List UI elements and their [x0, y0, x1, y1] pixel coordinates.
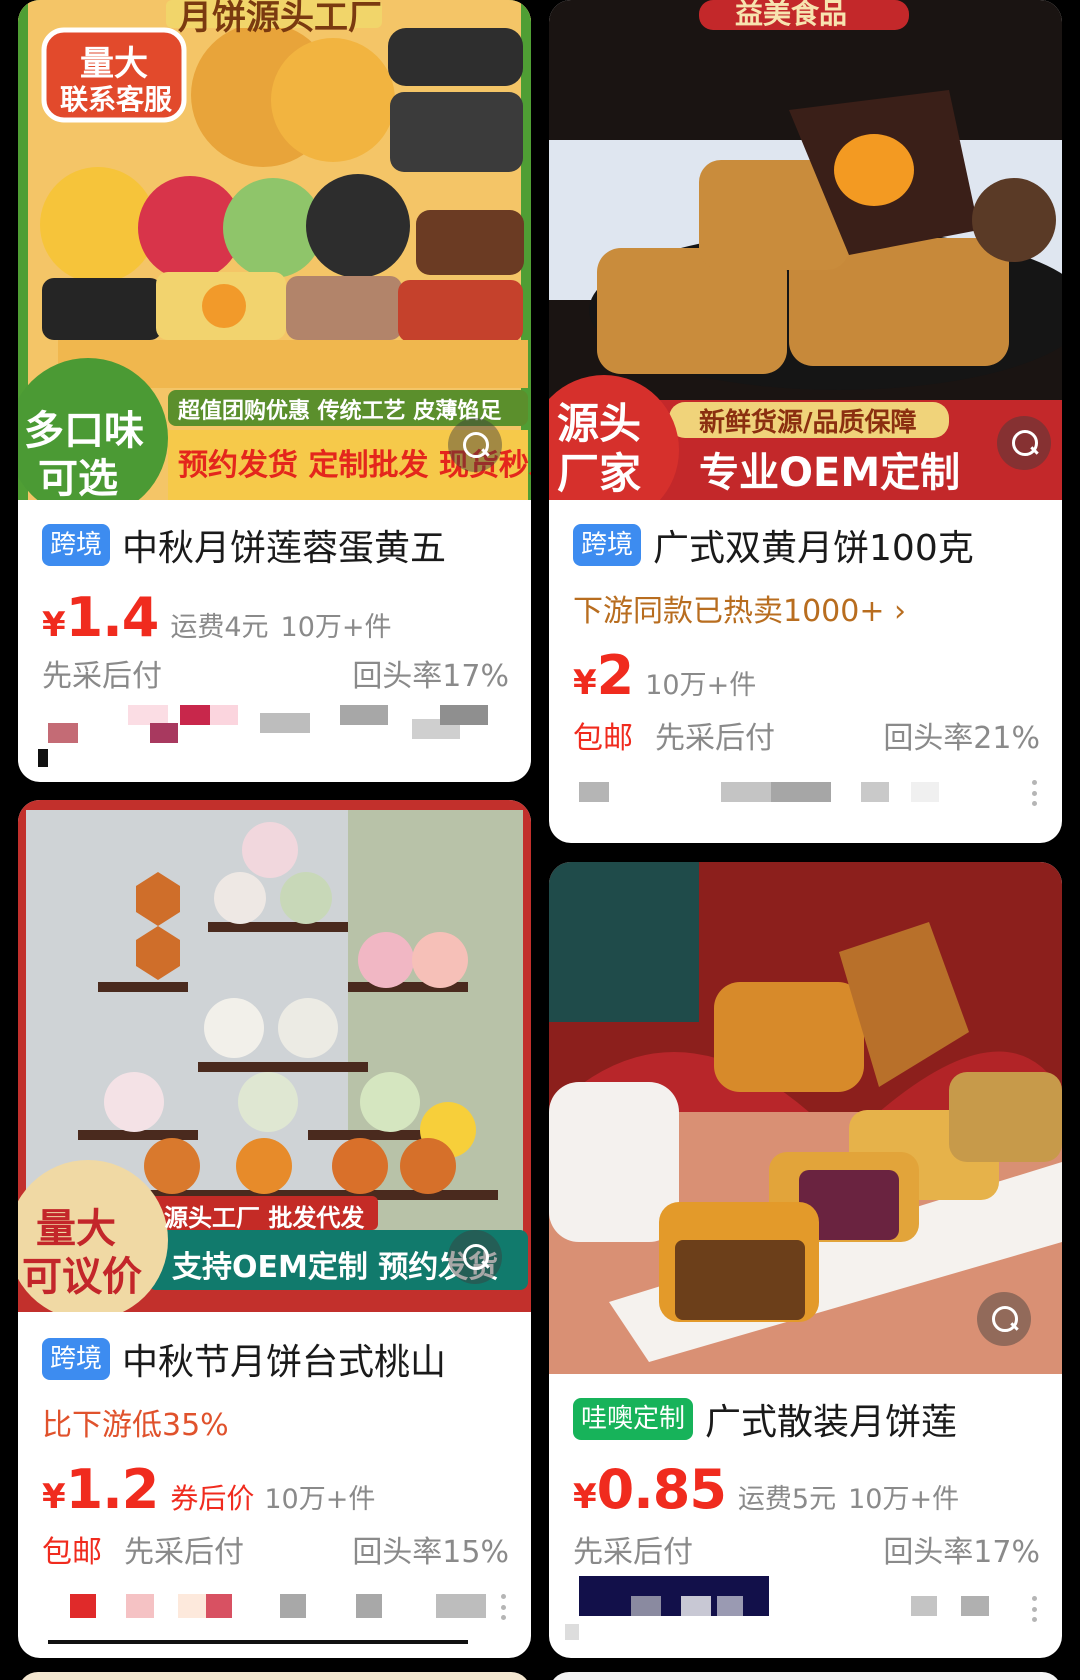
image-corner-badge-line2: 可议价 — [22, 1254, 142, 1300]
pay-later-label: 先采后付 — [42, 659, 162, 694]
product-title[interactable]: 广式双黄月饼100克 — [653, 520, 974, 570]
image-strip-bottom: 专业OEM定制 — [699, 450, 961, 496]
shop-name-blurred — [38, 705, 509, 767]
shop-name-blurred — [571, 778, 1040, 814]
price-row: ¥ 0.85 运费5元 10万+件 — [573, 1458, 1042, 1521]
more-vertical-icon[interactable] — [1032, 1596, 1042, 1622]
free-shipping-label: 包邮 — [573, 721, 633, 756]
product-card[interactable]: 源头工厂 批发代发 支持OEM定制 预约发货 量大 可议价 跨境 中秋节月饼台式… — [18, 800, 531, 1658]
price: 1.2 — [65, 1458, 160, 1521]
title-row: 跨境 广式双黄月饼100克 — [573, 520, 1042, 570]
title-row: 哇噢定制 广式散装月饼莲 — [573, 1394, 1042, 1444]
product-image[interactable] — [549, 862, 1062, 1374]
coupon-price-label: 券后价 — [170, 1482, 255, 1515]
image-search-icon[interactable] — [977, 1292, 1031, 1346]
next-card-peek — [18, 1672, 531, 1680]
image-top-banner: 月饼源头工厂 — [178, 0, 382, 38]
custom-tag: 哇噢定制 — [573, 1398, 694, 1440]
info-row: 包邮 先采后付 回头率21% — [573, 714, 1040, 756]
image-corner-badge-line2: 厂家 — [557, 449, 642, 498]
product-title[interactable]: 中秋月饼莲蓉蛋黄五 — [122, 520, 446, 570]
title-row: 跨境 中秋月饼莲蓉蛋黄五 — [42, 520, 511, 570]
product-card[interactable]: 月饼源头工厂 量大 联系客服 超值团购优惠 传统工艺 皮薄馅足 预约发货 定制批… — [18, 0, 531, 782]
info-row: 先采后付 回头率17% — [573, 1528, 1040, 1570]
currency-symbol: ¥ — [42, 1477, 66, 1517]
repeat-rate: 回头率17% — [883, 1535, 1040, 1570]
product-card[interactable]: 哇噢定制 广式散装月饼莲 ¥ 0.85 运费5元 10万+件 先采后付 回头率1… — [549, 862, 1062, 1658]
more-vertical-icon[interactable] — [501, 1594, 511, 1620]
sales-promo[interactable]: 下游同款已热卖1000+ › — [573, 586, 906, 630]
info-row: 先采后付 回头率17% — [42, 652, 509, 694]
currency-symbol: ¥ — [42, 605, 66, 645]
currency-symbol: ¥ — [573, 663, 597, 703]
cross-border-tag: 跨境 — [42, 524, 111, 566]
title-row: 跨境 中秋节月饼台式桃山 — [42, 1334, 511, 1384]
price-row: ¥ 2 10万+件 — [573, 644, 1042, 707]
min-order: 10万+件 — [264, 1484, 376, 1515]
price: 1.4 — [65, 586, 160, 649]
image-badge-line2: 联系客服 — [60, 83, 173, 116]
free-shipping-label: 包邮 — [42, 1535, 102, 1570]
repeat-rate: 回头率17% — [352, 659, 509, 694]
image-top-banner: 益美食品 — [735, 0, 848, 30]
shop-name-blurred — [565, 1576, 1040, 1640]
min-order: 10万+件 — [848, 1484, 960, 1515]
min-order: 10万+件 — [645, 670, 757, 701]
repeat-rate: 回头率15% — [352, 1535, 509, 1570]
image-search-icon[interactable] — [448, 1230, 502, 1284]
shop-name-blurred — [40, 1590, 509, 1644]
price: 0.85 — [596, 1458, 727, 1521]
cross-border-tag: 跨境 — [42, 1338, 111, 1380]
pay-later-label: 先采后付 — [573, 1535, 693, 1570]
shipping-fee: 运费4元 — [170, 612, 269, 643]
image-corner-badge-line2: 可选 — [38, 456, 118, 500]
price: 2 — [596, 644, 635, 707]
image-strip-top: 新鲜货源/品质保障 — [699, 408, 917, 438]
next-card-peek — [549, 1672, 1062, 1680]
repeat-rate: 回头率21% — [883, 721, 1040, 756]
pay-later-label: 先采后付 — [655, 721, 775, 756]
image-search-icon[interactable] — [448, 418, 502, 472]
price-compare-promo: 比下游低35% — [42, 1408, 229, 1443]
info-row: 包邮 先采后付 回头率15% — [42, 1528, 509, 1570]
image-strip-top: 超值团购优惠 传统工艺 皮薄馅足 — [178, 399, 502, 424]
price-row: ¥ 1.4 运费4元 10万+件 — [42, 586, 511, 649]
price-row: ¥ 1.2 券后价 10万+件 — [42, 1458, 511, 1521]
product-title[interactable]: 中秋节月饼台式桃山 — [122, 1334, 446, 1384]
shipping-fee: 运费5元 — [737, 1484, 837, 1515]
min-order: 10万+件 — [280, 612, 392, 643]
image-strip-top: 源头工厂 批发代发 — [164, 1204, 365, 1232]
more-vertical-icon[interactable] — [1032, 780, 1042, 806]
mooncake-illustration — [549, 862, 1062, 1374]
product-title[interactable]: 广式散装月饼莲 — [705, 1394, 957, 1444]
pay-later-label: 先采后付 — [124, 1535, 244, 1570]
product-image[interactable]: 益美食品 源头 厂家 新鲜货源/品质保障 专业OEM定制 — [549, 0, 1062, 500]
image-search-icon[interactable] — [997, 416, 1051, 470]
product-image[interactable]: 源头工厂 批发代发 支持OEM定制 预约发货 量大 可议价 — [18, 800, 531, 1312]
product-image[interactable]: 月饼源头工厂 量大 联系客服 超值团购优惠 传统工艺 皮薄馅足 预约发货 定制批… — [18, 0, 531, 500]
product-card[interactable]: 益美食品 源头 厂家 新鲜货源/品质保障 专业OEM定制 跨境 广式双黄月饼10… — [549, 0, 1062, 843]
cross-border-tag: 跨境 — [573, 524, 642, 566]
currency-symbol: ¥ — [573, 1477, 597, 1517]
